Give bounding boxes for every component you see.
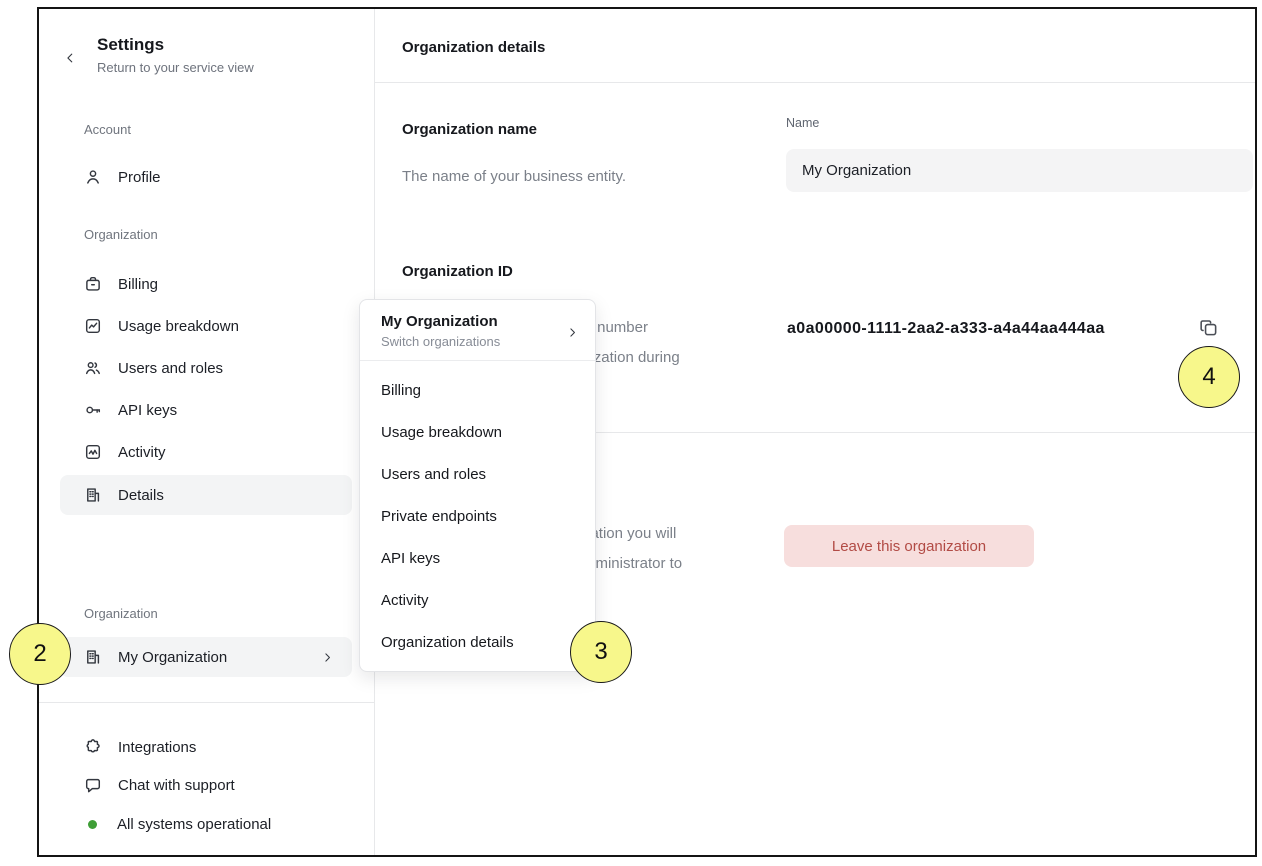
building-icon <box>84 648 102 666</box>
users-icon <box>84 359 102 377</box>
sidebar-item-label: All systems operational <box>117 816 271 833</box>
sidebar-item-usage-breakdown[interactable]: Usage breakdown <box>60 306 352 346</box>
annotation-step-4: 4 <box>1178 346 1240 408</box>
status-dot <box>88 820 97 829</box>
page-title: Organization details <box>402 39 545 56</box>
sidebar-item-chat-support[interactable]: Chat with support <box>60 766 352 804</box>
leave-organization-button[interactable]: Leave this organization <box>784 525 1034 567</box>
chevron-right-icon <box>321 651 334 664</box>
annotation-step-2: 2 <box>9 623 71 685</box>
sidebar-item-label: Profile <box>118 169 161 186</box>
sidebar-item-label: Activity <box>118 444 166 461</box>
sidebar-item-activity[interactable]: Activity <box>60 432 352 472</box>
chevron-left-icon <box>63 51 77 70</box>
section-label-account: Account <box>84 122 131 137</box>
building-icon <box>84 486 102 504</box>
copy-org-id-button[interactable] <box>1193 312 1223 342</box>
sidebar-item-api-keys[interactable]: API keys <box>60 390 352 430</box>
sidebar-item-label: Users and roles <box>118 360 223 377</box>
sidebar-item-label: Usage breakdown <box>118 318 239 335</box>
menu-item-private-endpoints[interactable]: Private endpoints <box>360 495 595 537</box>
menu-item-usage-breakdown[interactable]: Usage breakdown <box>360 411 595 453</box>
sidebar-item-integrations[interactable]: Integrations <box>60 728 352 766</box>
chevron-right-icon <box>566 326 579 344</box>
sidebar-item-label: API keys <box>118 402 177 419</box>
sidebar-item-system-status[interactable]: All systems operational <box>60 805 352 843</box>
menu-item-users-and-roles[interactable]: Users and roles <box>360 453 595 495</box>
menu-item-activity[interactable]: Activity <box>360 579 595 621</box>
sidebar-item-label: My Organization <box>118 649 227 666</box>
sidebar-item-my-organization[interactable]: My Organization <box>60 637 352 677</box>
org-name-heading: Organization name <box>402 121 537 138</box>
organization-id-value: a0a00000-1111-2aa2-a333-a4a44aa444aa <box>787 320 1105 338</box>
dropdown-menu-list: Billing Usage breakdown Users and roles … <box>360 361 595 671</box>
sidebar-item-label: Details <box>118 487 164 504</box>
sidebar-title: Settings <box>97 35 164 55</box>
org-id-heading: Organization ID <box>402 263 513 280</box>
menu-item-billing[interactable]: Billing <box>360 369 595 411</box>
puzzle-icon <box>84 738 102 756</box>
menu-item-organization-details[interactable]: Organization details <box>360 621 595 663</box>
sidebar-item-label: Integrations <box>118 739 196 756</box>
section-label-organization-switcher: Organization <box>84 606 158 621</box>
sidebar-subtitle: Return to your service view <box>97 60 254 75</box>
dropdown-org-subtitle: Switch organizations <box>381 334 575 349</box>
sidebar-item-users-and-roles[interactable]: Users and roles <box>60 348 352 388</box>
sidebar-item-billing[interactable]: Billing <box>60 264 352 304</box>
person-icon <box>84 168 102 186</box>
sidebar-item-label: Chat with support <box>118 777 235 794</box>
sidebar-divider <box>39 702 374 703</box>
sidebar-item-label: Billing <box>118 276 158 293</box>
chat-bubble-icon <box>84 776 102 794</box>
screenshot-canvas: Settings Return to your service view Acc… <box>0 0 1262 866</box>
org-name-description: The name of your business entity. <box>402 167 732 187</box>
api-key-icon <box>84 401 102 419</box>
section-label-organization: Organization <box>84 227 158 242</box>
name-field-label: Name <box>786 116 819 130</box>
dropdown-org-name: My Organization <box>381 313 575 330</box>
annotation-step-3: 3 <box>570 621 632 683</box>
header-divider <box>375 82 1255 83</box>
billing-icon <box>84 275 102 293</box>
sidebar-item-details[interactable]: Details <box>60 475 352 515</box>
organization-menu-dropdown: My Organization Switch organizations Bil… <box>359 299 596 672</box>
app-window: Settings Return to your service view Acc… <box>37 7 1257 857</box>
activity-icon <box>84 443 102 461</box>
copy-icon <box>1198 317 1219 338</box>
organization-name-input[interactable] <box>786 149 1253 192</box>
usage-breakdown-icon <box>84 317 102 335</box>
menu-item-api-keys[interactable]: API keys <box>360 537 595 579</box>
settings-sidebar: Settings Return to your service view Acc… <box>39 9 375 855</box>
sidebar-item-profile[interactable]: Profile <box>60 157 352 197</box>
dropdown-org-switcher[interactable]: My Organization Switch organizations <box>360 300 595 361</box>
